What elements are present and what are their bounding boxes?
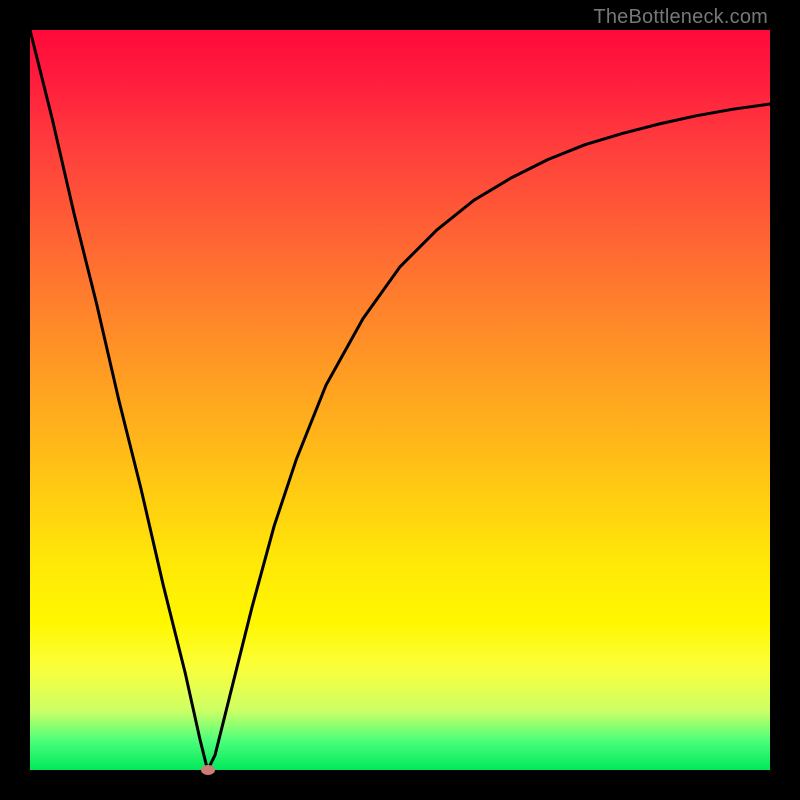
watermark-text: TheBottleneck.com: [593, 6, 768, 29]
curve-svg: [30, 30, 770, 770]
chart-frame: TheBottleneck.com: [0, 0, 800, 800]
minimum-marker: [201, 765, 215, 775]
plot-area: [30, 30, 770, 770]
bottleneck-curve: [30, 30, 770, 770]
